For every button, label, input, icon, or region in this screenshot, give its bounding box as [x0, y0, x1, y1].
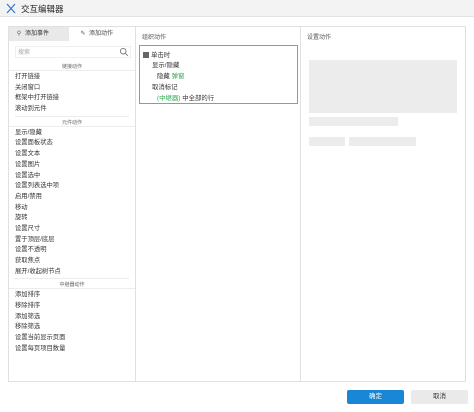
- hide-verb: 隐藏: [157, 73, 170, 80]
- action-item[interactable]: 置于顶层/底层: [9, 235, 135, 246]
- placeholder-block: [309, 60, 457, 113]
- app-logo-icon: [6, 3, 16, 14]
- organize-actions-panel: 组织动作 单击时 显示/隐藏 隐藏 弹窗 取消标记 (中继器) 中全部的行: [136, 26, 301, 382]
- action-item[interactable]: 获取焦点: [9, 256, 135, 267]
- action-item[interactable]: 旋转: [9, 213, 135, 224]
- organize-actions-header: 组织动作: [142, 35, 167, 41]
- action-list: 链接动作 打开链接 关闭窗口 框架中打开链接 滚动到元件元件动作 显示/隐藏 设置面板状态设…: [9, 61, 135, 355]
- action-unmark-label: 取消标记: [152, 84, 178, 91]
- action-item[interactable]: 设置当前显示页面: [9, 333, 135, 344]
- action-show-hide-detail[interactable]: 隐藏 弹窗: [157, 71, 184, 80]
- action-item[interactable]: 添加排序: [9, 290, 135, 301]
- search-icon[interactable]: [119, 47, 129, 57]
- group-divider: [15, 278, 129, 280]
- configure-action-header: 设置动作: [307, 35, 332, 41]
- tab-add-action[interactable]: ✎ 添加动作: [79, 27, 135, 41]
- title-bar: 交互编辑器: [0, 0, 474, 17]
- event-icon: ⚲: [16, 31, 22, 37]
- cancel-button[interactable]: 取消: [411, 390, 468, 404]
- configure-action-panel: 设置动作: [301, 26, 466, 382]
- popup-target: 弹窗: [171, 73, 185, 80]
- case-box[interactable]: 单击时 显示/隐藏 隐藏 弹窗 取消标记 (中继器) 中全部的行: [139, 45, 298, 104]
- search-input[interactable]: [18, 48, 114, 57]
- action-show-hide-label: 显示/隐藏: [152, 62, 180, 69]
- action-item[interactable]: 设置面板状态: [9, 138, 135, 149]
- left-panel: ⚲添加事件 ✎添加动作 链接动作打开链接关闭窗口框架中打开链接滚动到元件元件动作…: [8, 26, 136, 382]
- action-item[interactable]: 设置尺寸: [9, 224, 135, 235]
- action-unmark[interactable]: 取消标记: [152, 82, 178, 91]
- action-item[interactable]: 显示/隐藏: [9, 128, 135, 139]
- action-item[interactable]: 展开/收起树节点: [9, 267, 135, 278]
- action-item[interactable]: 关闭窗口: [9, 83, 135, 94]
- action-item[interactable]: 移动: [9, 203, 135, 214]
- action-item[interactable]: 滚动到元件: [9, 104, 135, 115]
- action-item[interactable]: 移除筛选: [9, 322, 135, 333]
- dialog-footer: 确定 取消: [0, 383, 474, 412]
- action-icon: ✎: [80, 31, 86, 37]
- tab-add-event-label: 添加事件: [25, 31, 50, 37]
- event-marker-icon: [143, 52, 149, 58]
- action-item[interactable]: 设置每页项目数量: [9, 344, 135, 355]
- group-header: 中继器动作: [9, 281, 135, 290]
- placeholder-chip: [309, 137, 345, 146]
- action-item[interactable]: 添加筛选: [9, 312, 135, 323]
- group-header: 链接动作: [9, 63, 135, 71]
- action-item[interactable]: 设置选中: [9, 171, 135, 182]
- placeholder-chip: [349, 137, 416, 146]
- group-divider: [15, 115, 129, 117]
- action-item[interactable]: 设置文本: [9, 149, 135, 160]
- group-header: 元件动作: [9, 119, 135, 127]
- placeholder-line: [309, 117, 398, 126]
- search-box: [15, 46, 131, 58]
- action-unmark-detail[interactable]: (中继器) 中全部的行: [157, 93, 214, 102]
- ok-button[interactable]: 确定: [347, 390, 404, 404]
- window-title: 交互编辑器: [21, 4, 64, 14]
- action-item[interactable]: 启用/禁用: [9, 192, 135, 203]
- action-show-hide[interactable]: 显示/隐藏: [152, 60, 179, 69]
- event-row[interactable]: 单击时: [143, 50, 170, 59]
- action-item[interactable]: 设置不透明: [9, 245, 135, 256]
- unmark-detail-text: 中全部的行: [182, 95, 215, 102]
- action-item[interactable]: 打开链接: [9, 72, 135, 83]
- action-item[interactable]: 移除排序: [9, 301, 135, 312]
- tab-add-action-label: 添加动作: [89, 31, 114, 37]
- panel-tabs: ⚲ 添加事件 ✎ 添加动作: [9, 27, 135, 41]
- action-item[interactable]: 设置图片: [9, 160, 135, 171]
- action-item[interactable]: 框架中打开链接: [9, 93, 135, 104]
- tab-add-event[interactable]: ⚲ 添加事件: [9, 27, 69, 41]
- action-item[interactable]: 设置列表选中项: [9, 181, 135, 192]
- event-label: 单击时: [151, 52, 171, 59]
- repeater-target: (中继器): [157, 95, 181, 102]
